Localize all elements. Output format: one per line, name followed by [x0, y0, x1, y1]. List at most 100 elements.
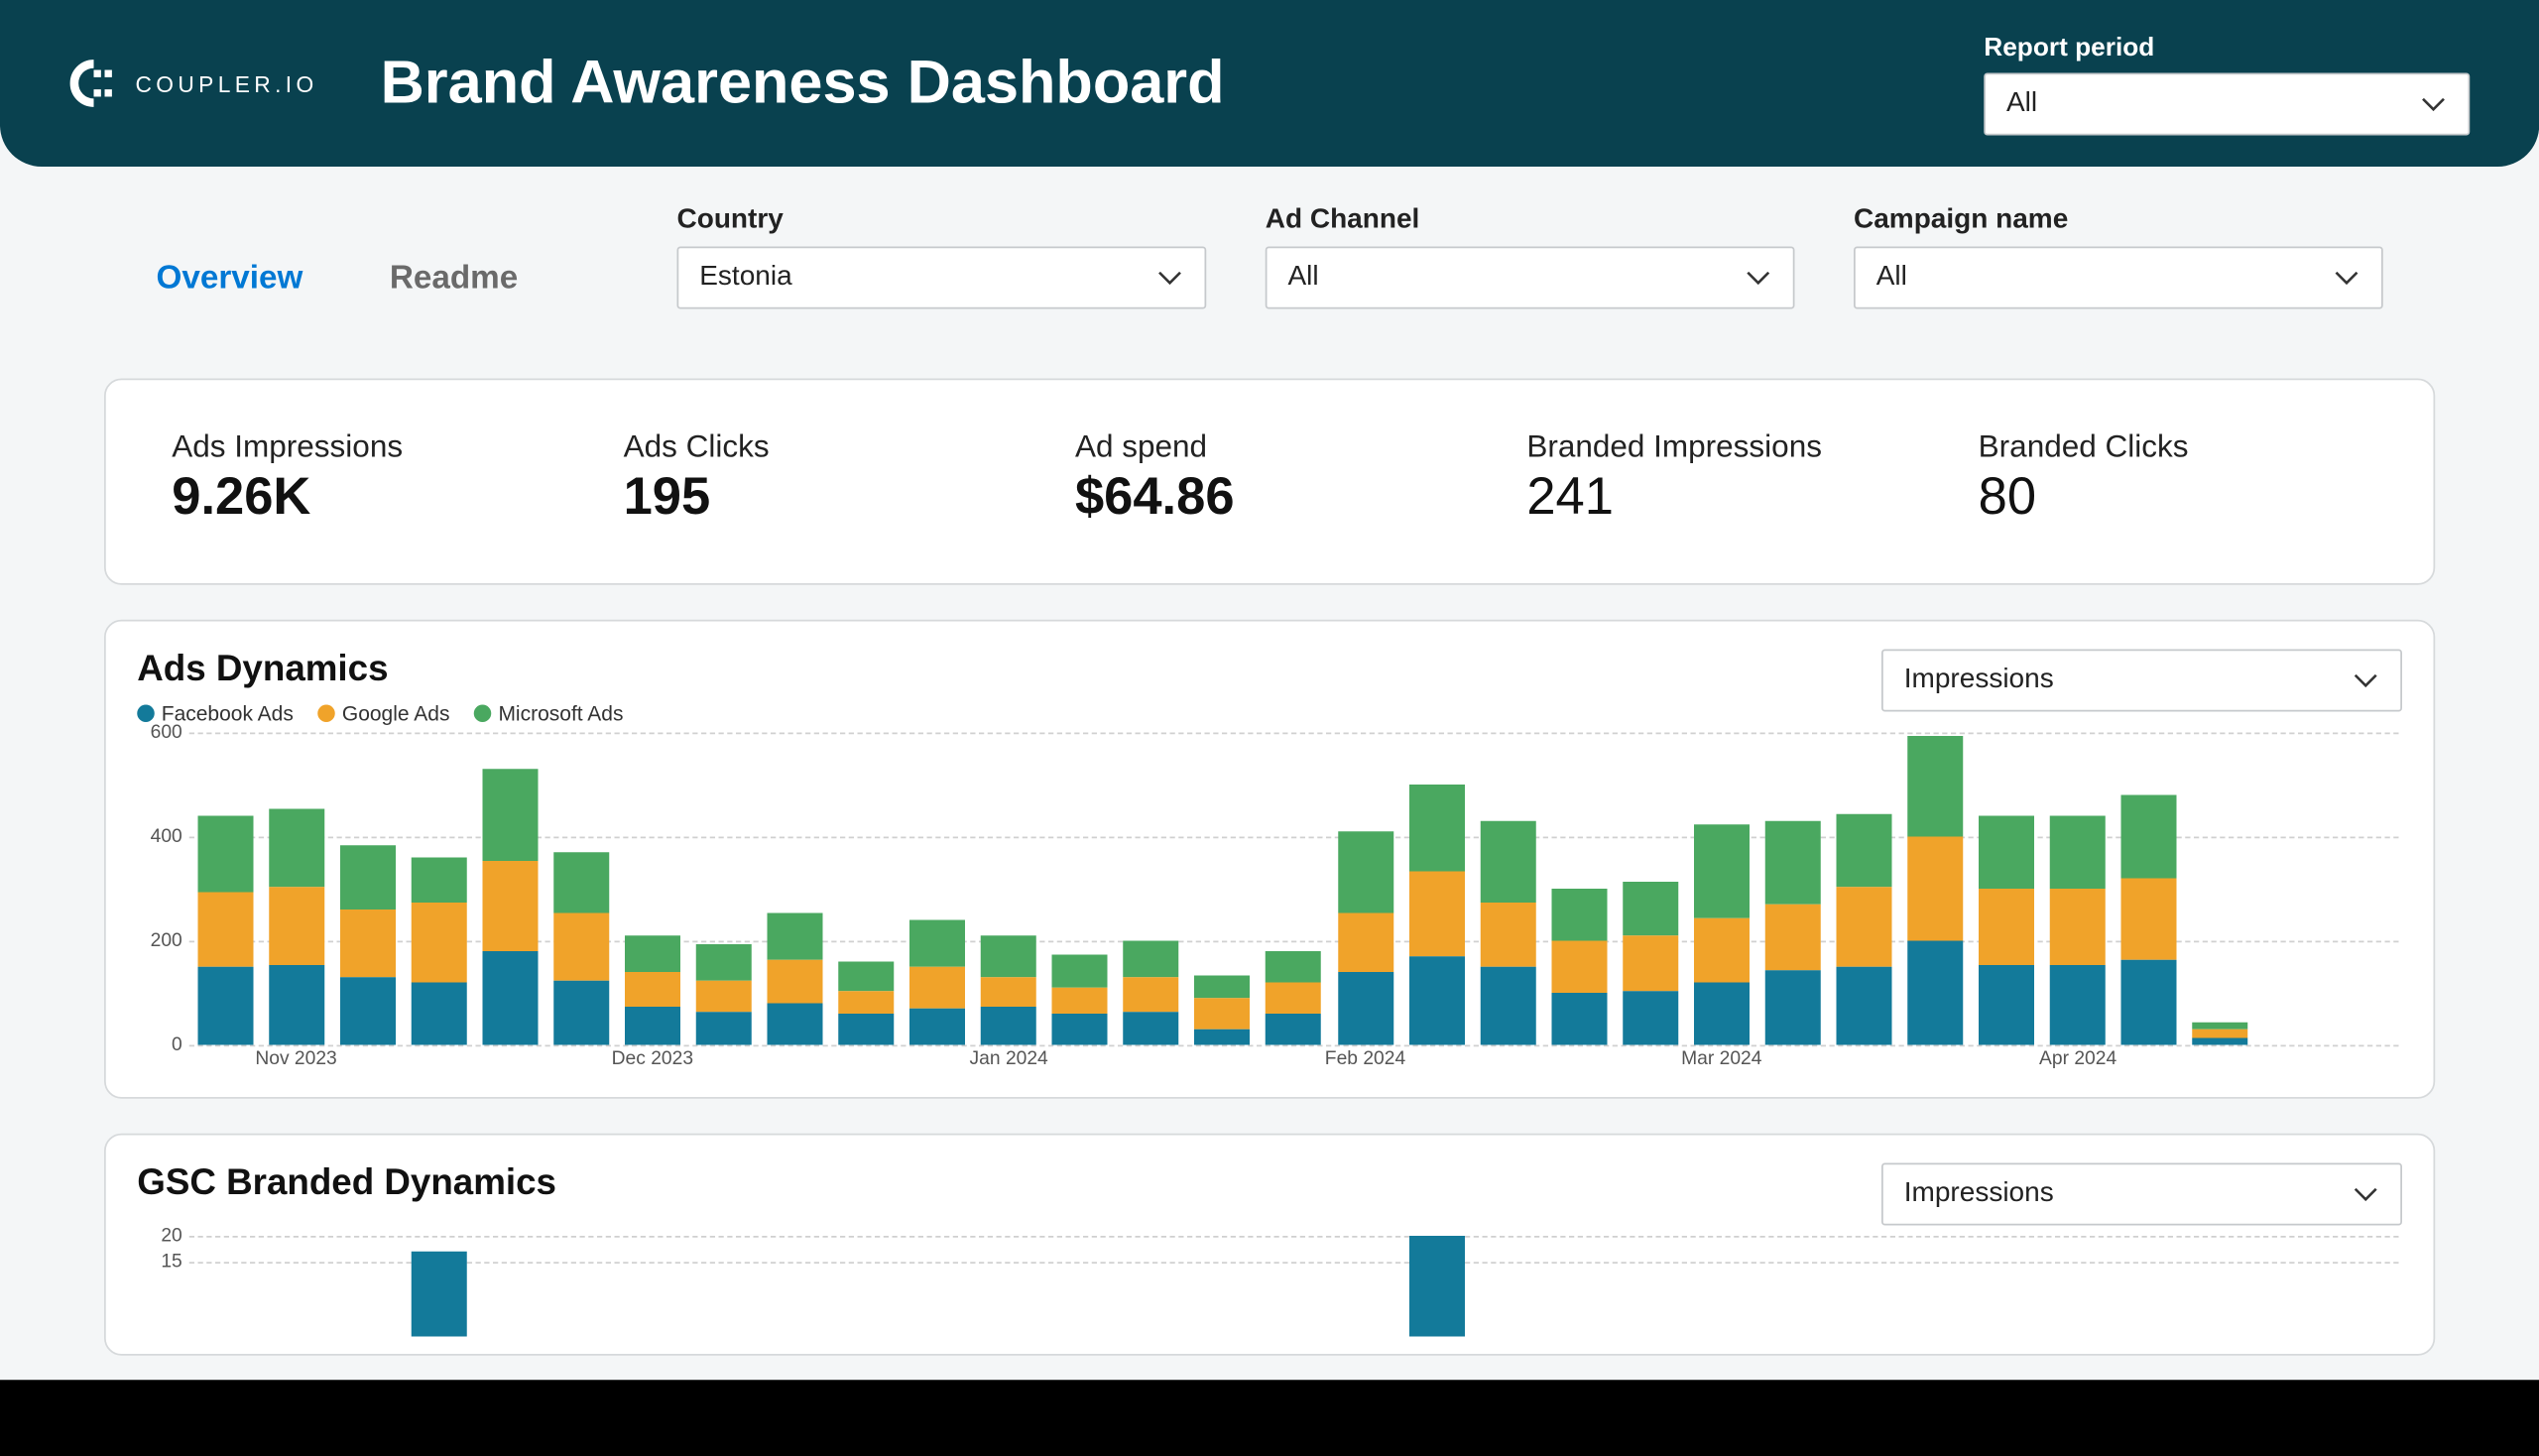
bar-segment — [197, 892, 253, 967]
bar-segment — [339, 910, 395, 977]
kpi-value: 80 — [1979, 469, 2367, 529]
country-select[interactable]: Estonia — [677, 247, 1207, 309]
bar-segment — [553, 980, 609, 1045]
report-period-select[interactable]: All — [1984, 72, 2470, 135]
bar-segment — [1408, 785, 1464, 871]
bar-slot — [973, 1236, 1044, 1337]
bar-slot — [2328, 733, 2399, 1045]
bar-segment — [625, 1006, 680, 1044]
bar-slot — [1259, 1236, 1330, 1337]
y-tick: 400 — [151, 826, 182, 847]
bar-slot — [545, 1236, 617, 1337]
channel-select[interactable]: All — [1266, 247, 1795, 309]
bar-slot — [617, 1236, 688, 1337]
bar-segment — [696, 943, 752, 980]
bar-slot — [1472, 1236, 1543, 1337]
bar-slot — [2114, 733, 2185, 1045]
bar-segment — [269, 964, 324, 1044]
report-period-label: Report period — [1984, 32, 2470, 61]
bar-segment — [1124, 941, 1179, 978]
bar-slot — [973, 733, 1044, 1045]
bar-segment — [482, 860, 538, 951]
bar-segment — [1836, 813, 1891, 887]
bar-segment — [696, 980, 752, 1012]
bar-slot — [902, 733, 973, 1045]
bar-slot — [261, 1236, 332, 1337]
bar-segment — [1694, 917, 1750, 983]
campaign-select[interactable]: All — [1854, 247, 2383, 309]
bar-segment — [1623, 990, 1678, 1044]
bar-slot — [1757, 1236, 1829, 1337]
bar-segment — [1195, 1030, 1251, 1045]
bar-slot — [830, 1236, 902, 1337]
bar-segment — [981, 935, 1036, 977]
chevron-down-icon — [2352, 667, 2379, 694]
bar-slot — [2328, 1236, 2399, 1337]
bar-segment — [1337, 831, 1392, 911]
bar-slot — [1044, 1236, 1116, 1337]
bar-segment — [1551, 889, 1607, 941]
gsc-dynamics-metric-select[interactable]: Impressions — [1881, 1163, 2402, 1226]
bar-segment — [768, 959, 823, 1004]
legend-dot — [137, 705, 155, 723]
chevron-down-icon — [2352, 1180, 2379, 1208]
kpi-ad-spend: Ad spend $64.86 — [1043, 428, 1495, 528]
bar-segment — [197, 967, 253, 1045]
bar-segment — [1551, 941, 1607, 994]
bar-segment — [197, 816, 253, 892]
x-tick-label: Mar 2024 — [1681, 1048, 1761, 1069]
bar-segment — [482, 769, 538, 860]
bar-segment — [981, 1006, 1036, 1044]
bar-segment — [1979, 889, 2034, 964]
x-tick-label: Dec 2023 — [612, 1048, 693, 1069]
bar-slot — [403, 733, 474, 1045]
chevron-down-icon — [2420, 89, 2448, 117]
bar-slot — [1400, 1236, 1472, 1337]
coupler-logo-icon — [69, 60, 118, 108]
bar-segment — [339, 977, 395, 1044]
y-tick: 20 — [161, 1226, 181, 1247]
bar-slot — [1543, 733, 1615, 1045]
bar-segment — [909, 967, 965, 1009]
bar-slot — [1187, 733, 1259, 1045]
bar-slot — [1971, 733, 2042, 1045]
bar-segment — [909, 920, 965, 967]
kpi-label: Branded Impressions — [1526, 428, 1915, 465]
bar-segment — [838, 1014, 894, 1045]
bar-segment — [1694, 983, 1750, 1045]
bar-slot — [830, 733, 902, 1045]
bar-slot — [1259, 733, 1330, 1045]
bar-segment — [411, 983, 466, 1045]
bar-slot — [1400, 733, 1472, 1045]
kpi-value: 195 — [624, 469, 1013, 529]
kpi-branded-clicks: Branded Clicks 80 — [1947, 428, 2398, 528]
x-tick-label: Apr 2024 — [2039, 1048, 2116, 1069]
y-tick: 200 — [151, 930, 182, 951]
bar-segment — [1907, 941, 1963, 1045]
bar-slot — [1615, 1236, 1686, 1337]
tab-overview[interactable]: Overview — [157, 261, 303, 300]
tab-readme[interactable]: Readme — [390, 261, 518, 300]
bar-slot — [1899, 1236, 1971, 1337]
bar-segment — [1765, 821, 1821, 905]
bar-segment — [1408, 1236, 1464, 1337]
bar-slot — [1757, 733, 1829, 1045]
tabs: Overview Readme — [157, 261, 519, 309]
bar-slot — [403, 1236, 474, 1337]
bar-slot — [331, 1236, 403, 1337]
bar-segment — [625, 935, 680, 972]
ads-dynamics-metric-select[interactable]: Impressions — [1881, 650, 2402, 712]
bottom-black-bar — [0, 1380, 2539, 1456]
bar-segment — [339, 844, 395, 910]
chevron-down-icon — [2333, 264, 2360, 292]
ads-dynamics-title: Ads Dynamics — [137, 650, 623, 691]
kpi-value: 9.26K — [172, 469, 560, 529]
kpi-ads-impressions: Ads Impressions 9.26K — [141, 428, 592, 528]
ads-dynamics-legend: Facebook AdsGoogle AdsMicrosoft Ads — [137, 701, 623, 726]
ads-dynamics-card: Ads Dynamics Facebook AdsGoogle AdsMicro… — [104, 620, 2435, 1099]
bar-slot — [760, 1236, 831, 1337]
bar-segment — [411, 858, 466, 903]
country-value: Estonia — [699, 262, 791, 294]
bar-segment — [1267, 983, 1322, 1015]
bar-segment — [1765, 969, 1821, 1044]
